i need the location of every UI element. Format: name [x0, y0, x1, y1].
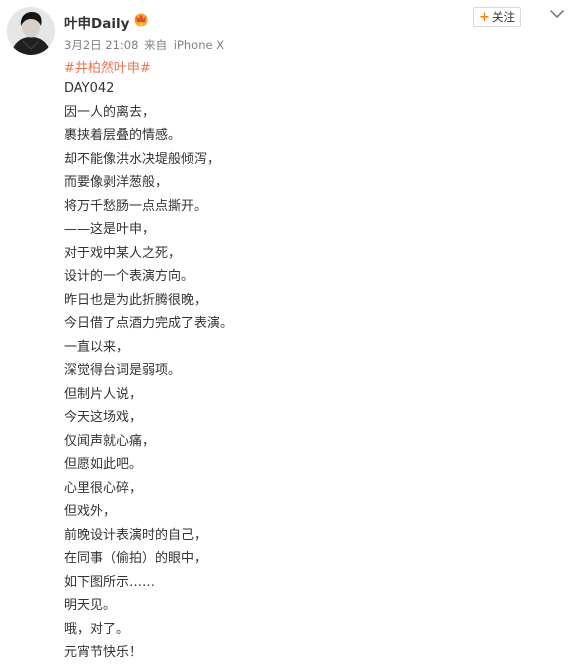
post-line: 而要像剥洋葱般，	[64, 175, 169, 190]
vip-crown-icon	[132, 11, 150, 27]
post-line: 因一人的离去，	[64, 104, 156, 120]
post-source-prefix: 来自	[144, 38, 168, 52]
hashtag-link[interactable]: #井柏然叶申#	[64, 57, 151, 76]
post-line: 如下图所示……	[64, 574, 156, 590]
post-line: 今天这场戏，	[64, 410, 143, 425]
post-timestamp[interactable]: 3月2日 21:08	[64, 38, 138, 52]
post-line: 设计的一个表演方向。	[64, 269, 195, 284]
post-line: 但愿如此吧。	[64, 457, 143, 472]
post-line: 对于戏中某人之死，	[64, 245, 182, 261]
chevron-down-icon[interactable]	[549, 6, 565, 20]
avatar[interactable]	[7, 7, 55, 55]
post-line: 仅闻声就心痛，	[64, 433, 156, 449]
post-line: 哦，对了。	[64, 621, 130, 637]
post-line: 却不能像洪水决堤般倾泻，	[64, 151, 221, 167]
username[interactable]: 叶申Daily	[64, 12, 129, 32]
post-line: 心里很心碎，	[64, 480, 143, 496]
post-line: 明天见。	[64, 598, 117, 613]
post-line: 裹挟着层叠的情感。	[64, 128, 182, 143]
post-line: 昨日也是为此折腾很晚，	[64, 292, 208, 308]
follow-button[interactable]: + 关注	[473, 7, 521, 27]
post-body: DAY042 因一人的离去， 裹挟着层叠的情感。却不能像洪水决堤般倾泻， 而要像剥洋葱…	[64, 81, 544, 669]
post-line: DAY042	[64, 81, 115, 96]
post-line: 前晚设计表演时的自己，	[64, 527, 208, 543]
plus-icon: +	[479, 9, 490, 25]
post-line: 一直以来，	[64, 339, 130, 355]
post-line: 将万千愁肠一点点撕开。	[64, 198, 208, 214]
post-line: 在同事（偷拍）的眼中，	[64, 551, 208, 566]
post-line: 深觉得台词是弱项。	[64, 363, 182, 378]
post-line: 今日借了点酒力完成了表演。	[64, 316, 234, 331]
post-line: 但戏外，	[64, 504, 117, 519]
post-meta: 3月2日 21:08 来自 iPhone X	[64, 37, 224, 53]
post-source[interactable]: iPhone X	[174, 38, 224, 52]
post-line: 元宵节快乐！	[64, 645, 143, 660]
post-line: ——这是叶申，	[64, 222, 156, 237]
post-line: 但制片人说，	[64, 386, 143, 402]
follow-label: 关注	[491, 10, 515, 24]
